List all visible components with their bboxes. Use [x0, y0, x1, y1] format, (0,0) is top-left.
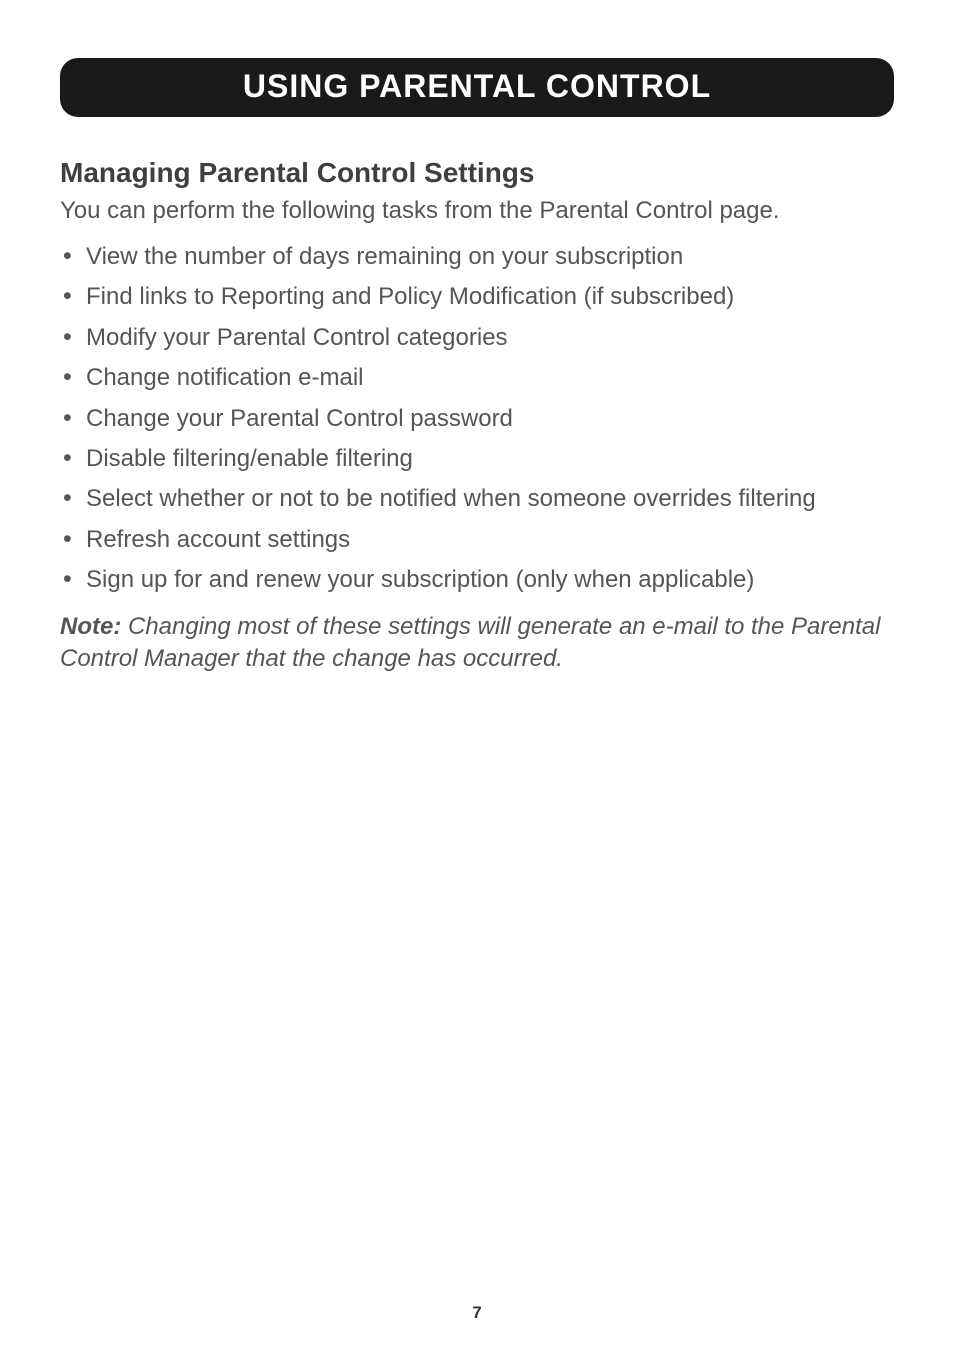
list-item: Sign up for and renew your subscription … [60, 560, 894, 600]
list-item: Change your Parental Control password [60, 399, 894, 439]
list-item: View the number of days remaining on you… [60, 237, 894, 277]
list-item: Disable filtering/enable filtering [60, 439, 894, 479]
section-header-title: USING PARENTAL CONTROL [60, 68, 894, 105]
note-label: Note: [60, 613, 121, 640]
intro-paragraph: You can perform the following tasks from… [60, 197, 894, 225]
section-heading: Managing Parental Control Settings [60, 157, 894, 189]
document-page: USING PARENTAL CONTROL Managing Parental… [0, 0, 954, 675]
note-body: Changing most of these settings will gen… [60, 613, 880, 672]
list-item: Find links to Reporting and Policy Modif… [60, 277, 894, 317]
bullet-list: View the number of days remaining on you… [60, 237, 894, 601]
note-paragraph: Note: Changing most of these settings wi… [60, 611, 894, 676]
page-number: 7 [0, 1303, 954, 1323]
section-header-bar: USING PARENTAL CONTROL [60, 58, 894, 117]
list-item: Refresh account settings [60, 520, 894, 560]
list-item: Modify your Parental Control categories [60, 318, 894, 358]
list-item: Change notification e-mail [60, 358, 894, 398]
list-item: Select whether or not to be notified whe… [60, 479, 894, 519]
